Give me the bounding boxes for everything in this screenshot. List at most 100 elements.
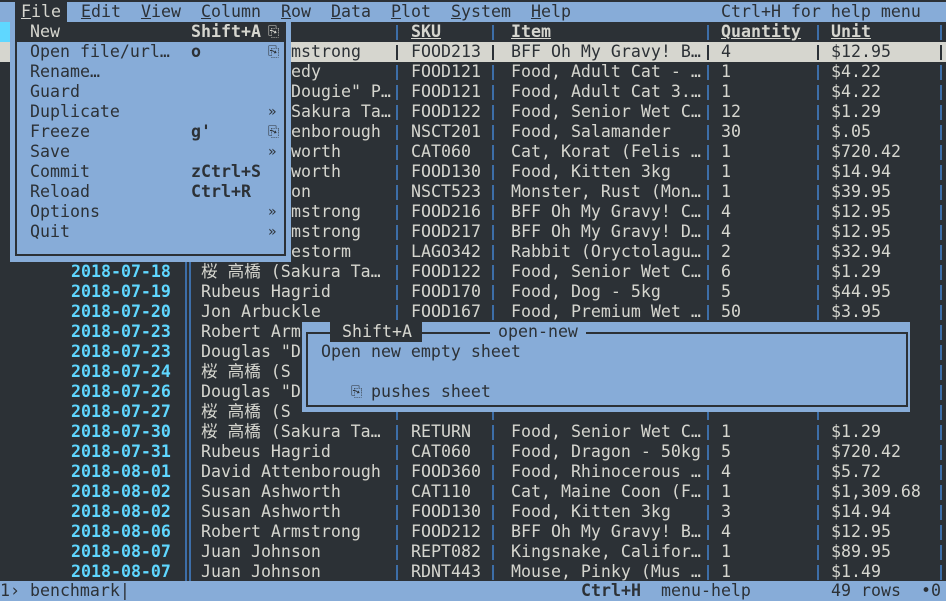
file-menu-item-guard[interactable]: Guard: [16, 82, 284, 102]
sheet-name[interactable]: 1› benchmark|: [0, 581, 130, 601]
column-separator: [396, 142, 398, 162]
file-menu-item-commit[interactable]: Commit zCtrl+S: [16, 162, 284, 182]
column-separator: [817, 442, 819, 462]
sku-cell: FOOD122: [411, 102, 481, 121]
file-menu-item-rename[interactable]: Rename…: [16, 62, 284, 82]
submenu-arrow-icon: »: [268, 204, 277, 220]
table-row[interactable]: 2018-08-07 Juan Johnson RDNT443 Mouse, Pink…: [0, 562, 946, 582]
table-row[interactable]: 2018-08-06 Robert Armstrong FOOD212 BFF Oh …: [0, 522, 946, 542]
customer-cell: Rubeus Hagrid: [201, 282, 331, 301]
column-separator: [940, 462, 942, 482]
unit-cell: $3.95: [831, 302, 881, 321]
column-separator: [707, 222, 709, 242]
column-separator: [940, 322, 942, 342]
table-row[interactable]: 2018-07-31 Rubeus Hagrid CAT060 Food, Drago…: [0, 442, 946, 462]
table-row[interactable]: 2018-07-30 桜 高橋 (Sakura Ta… RETURN Food, Se…: [0, 422, 946, 442]
qty-cell: 6: [721, 262, 731, 281]
file-menu-item-quit[interactable]: Quit »: [16, 222, 284, 242]
column-header-quantity[interactable]: Quantity: [721, 22, 801, 42]
file-menu-item-reload[interactable]: Reload Ctrl+R: [16, 182, 284, 202]
file-menu-item-open-file-url[interactable]: Open file/url… o ⎘: [16, 42, 284, 62]
item-cell: BFF Oh My Gravy! C…: [511, 202, 701, 221]
column-separator[interactable]: [396, 22, 398, 42]
column-separator: [396, 522, 398, 542]
column-separator: [707, 282, 709, 302]
column-separator[interactable]: [707, 22, 709, 42]
table-row[interactable]: 2018-08-01 David Attenborough FOOD360 Food,…: [0, 462, 946, 482]
item-cell: Cat, Korat (Felis …: [511, 142, 701, 161]
key-column-separator: [185, 302, 191, 322]
column-separator: [492, 102, 494, 122]
menu-edit[interactable]: Edit: [81, 2, 121, 22]
menu-item-shortcut: Shift+A: [191, 22, 261, 41]
menu-item-label: Freeze: [30, 122, 90, 141]
file-menu-item-save[interactable]: Save »: [16, 142, 284, 162]
menu-view[interactable]: View: [141, 2, 181, 22]
popup-note: pushes sheet: [371, 382, 491, 401]
file-menu-item-freeze[interactable]: Freeze g' ⎘: [16, 122, 284, 142]
column-separator[interactable]: [817, 22, 819, 42]
file-menu-item-duplicate[interactable]: Duplicate »: [16, 102, 284, 122]
file-menu-item-new[interactable]: New Shift+A ⎘: [16, 22, 284, 42]
column-separator: [940, 162, 942, 182]
customer-cell: 桜 高橋 (Sakura Ta…: [201, 262, 381, 281]
customer-cell: 桜 高橋 (Sakura Ta…: [201, 422, 381, 441]
unit-cell: $1.29: [831, 262, 881, 281]
key-column-separator: [185, 522, 191, 542]
date-cell: 2018-08-07: [71, 542, 171, 561]
menu-item-label: Reload: [30, 182, 90, 201]
column-separator: [492, 82, 494, 102]
sku-cell: CAT110: [411, 482, 471, 501]
sku-cell: REPT082: [411, 542, 481, 561]
column-separator: [940, 402, 942, 422]
menu-bar: File Edit View Column Row Data Plot System Help C…: [0, 2, 946, 22]
item-cell: BFF Oh My Gravy! B…: [511, 522, 701, 541]
status-bar: 1› benchmark| Ctrl+H menu-help 49 rows •…: [0, 581, 946, 601]
key-column-separator: [185, 482, 191, 502]
column-separator: [940, 502, 942, 522]
menu-column[interactable]: Column: [201, 2, 261, 22]
file-menu-item-options[interactable]: Options »: [16, 202, 284, 222]
item-cell: Food, Adult Cat 3.…: [511, 82, 701, 101]
sku-cell: CAT060: [411, 442, 471, 461]
menu-file[interactable]: File: [15, 2, 67, 22]
key-column-separator: [185, 282, 191, 302]
qty-cell: 1: [721, 562, 731, 581]
column-header-item[interactable]: Item: [511, 22, 551, 42]
column-separator: [817, 202, 819, 222]
column-header-unit[interactable]: Unit: [831, 22, 871, 42]
column-separator: [940, 302, 942, 322]
date-cell: 2018-07-19: [71, 282, 171, 301]
column-separator[interactable]: [940, 22, 942, 42]
item-cell: Mouse, Pinky (Mus …: [511, 562, 701, 581]
menu-item-label: Save: [30, 142, 70, 161]
menu-help[interactable]: Help: [531, 2, 571, 22]
help-hint: Ctrl+H for help menu: [721, 2, 921, 21]
sku-cell: FOOD216: [411, 202, 481, 221]
unit-cell: $14.94: [831, 502, 891, 521]
table-row[interactable]: 2018-07-20 Jon Arbuckle FOOD167 Food, Premi…: [0, 302, 946, 322]
date-cell: 2018-07-24: [71, 362, 171, 381]
column-header-sku[interactable]: SKU: [411, 22, 441, 42]
table-row[interactable]: 2018-08-02 Susan Ashworth CAT110 Cat, Maine…: [0, 482, 946, 502]
table-row[interactable]: 2018-08-02 Susan Ashworth FOOD130 Food, Kit…: [0, 502, 946, 522]
unit-cell: $14.94: [831, 162, 891, 181]
column-separator: [492, 462, 494, 482]
qty-cell: 4: [721, 202, 731, 221]
menu-plot[interactable]: Plot: [391, 2, 431, 22]
table-row[interactable]: 2018-07-19 Rubeus Hagrid FOOD170 Food, Dog …: [0, 282, 946, 302]
column-separator: [492, 182, 494, 202]
column-separator[interactable]: [492, 22, 494, 42]
date-cell: 2018-07-26: [71, 382, 171, 401]
customer-cell: edy: [291, 62, 321, 81]
table-row[interactable]: 2018-08-07 Juan Johnson REPT082 Kingsnake, …: [0, 542, 946, 562]
column-separator: [492, 222, 494, 242]
popup-command-name: open-new: [490, 322, 586, 342]
menu-data[interactable]: Data: [331, 2, 371, 22]
column-separator: [940, 422, 942, 442]
menu-system[interactable]: System: [451, 2, 511, 22]
table-row[interactable]: 2018-07-18 桜 高橋 (Sakura Ta… FOOD122 Food, S…: [0, 262, 946, 282]
menu-row[interactable]: Row: [281, 2, 311, 22]
menu-item-label: Quit: [30, 222, 70, 241]
column-separator: [940, 42, 942, 62]
